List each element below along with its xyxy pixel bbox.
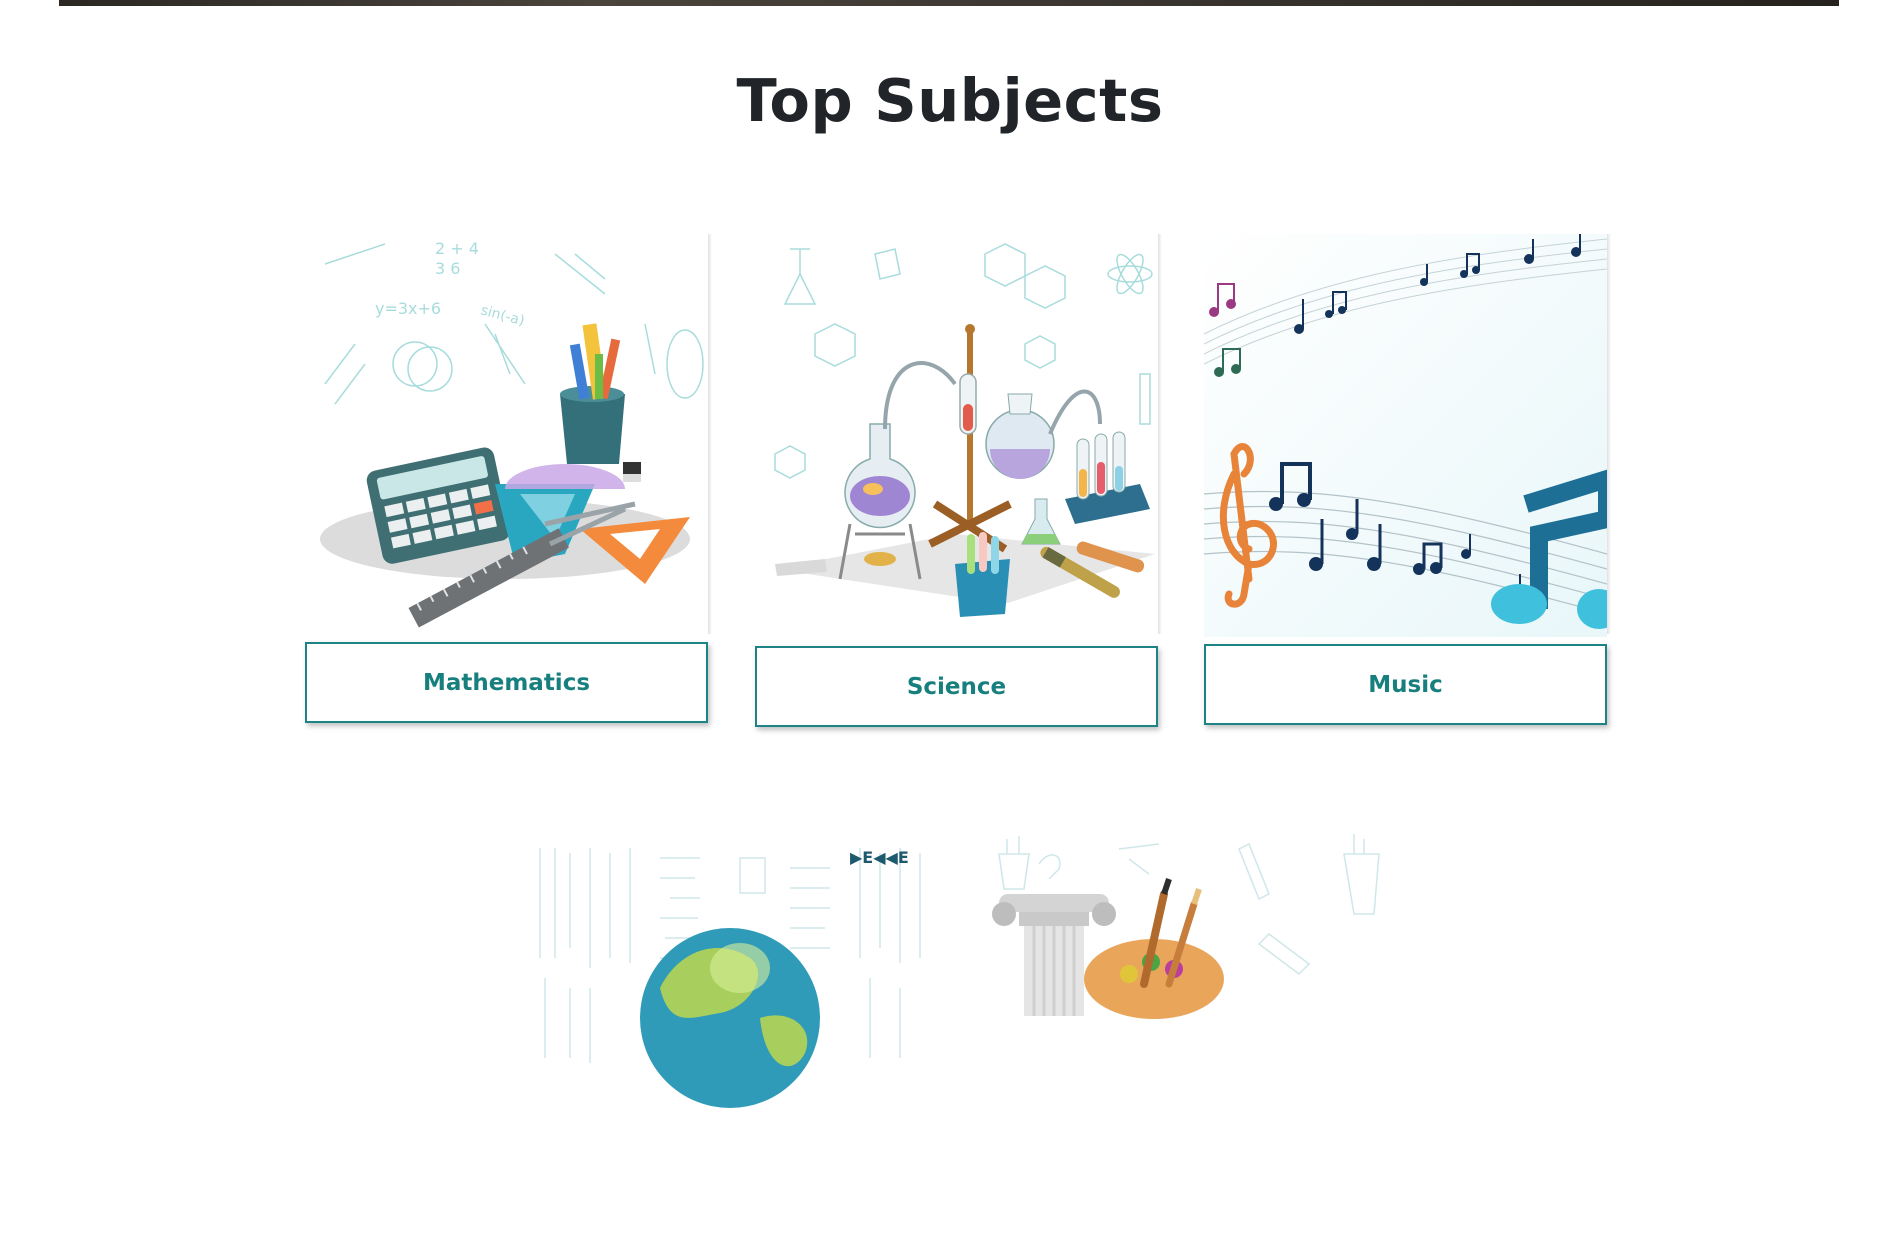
- science-image: [755, 234, 1158, 637]
- subject-label-music[interactable]: Music: [1204, 644, 1607, 725]
- card-shadow: [708, 234, 712, 634]
- svg-text:y=3x+6: y=3x+6: [375, 299, 441, 318]
- geography-image: ▶E◀◀E: [530, 838, 933, 1241]
- math-tools-illustration-icon: y=3x+6 2 + 4 3 6 sin(-a): [320, 239, 704, 628]
- mathematics-image: y=3x+6 2 + 4 3 6 sin(-a): [305, 234, 708, 637]
- music-image: [1204, 234, 1607, 637]
- svg-text:3 6: 3 6: [435, 259, 460, 278]
- card-shadow: [1607, 234, 1611, 634]
- art-palette-illustration-icon: [992, 834, 1380, 1019]
- svg-text:2 + 4: 2 + 4: [435, 239, 479, 258]
- section-title: Top Subjects: [736, 66, 1164, 135]
- subject-label-mathematics[interactable]: Mathematics: [305, 642, 708, 723]
- card-shadow: [1158, 234, 1162, 634]
- svg-text:▶E◀◀E: ▶E◀◀E: [850, 848, 909, 867]
- music-notes-illustration-icon: [1204, 234, 1607, 637]
- art-image: [979, 834, 1382, 1237]
- hero-banner-bottom-edge: [59, 0, 1839, 6]
- globe-illustration-icon: ▶E◀◀E: [539, 848, 921, 1108]
- subject-label-science[interactable]: Science: [755, 646, 1158, 727]
- lab-equipment-illustration-icon: [774, 243, 1155, 617]
